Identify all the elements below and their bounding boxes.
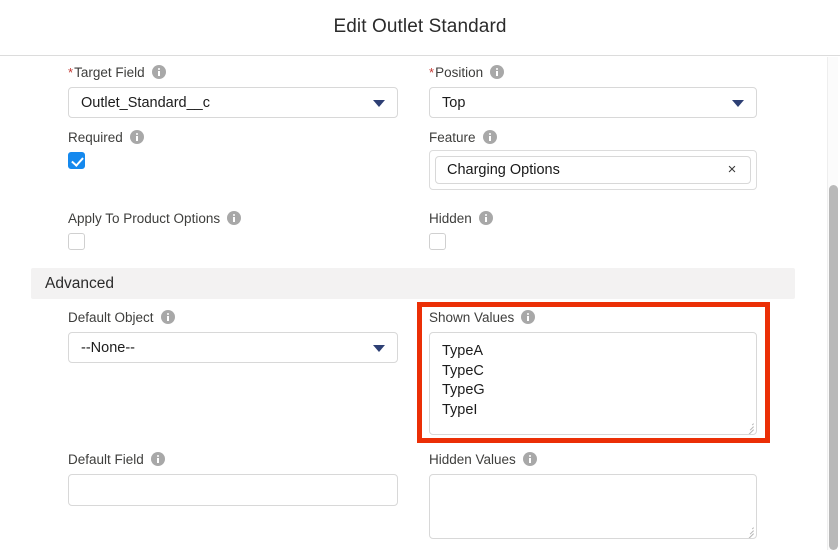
feature-lookup-pill[interactable]: Charging Options × [435, 156, 751, 184]
target-field-info-icon[interactable] [151, 65, 166, 79]
chevron-down-icon [732, 99, 744, 107]
feature-label: Feature [429, 130, 497, 146]
apply-to-product-options-label-text: Apply To Product Options [68, 211, 221, 226]
advanced-section-header[interactable]: Advanced [31, 268, 795, 299]
target-field-label-text: Target Field [74, 65, 145, 80]
required-checkbox[interactable] [68, 152, 85, 169]
required-label: Required [68, 130, 144, 146]
default-field-info-icon[interactable] [150, 452, 165, 466]
default-object-info-icon[interactable] [160, 310, 175, 324]
apply-to-product-options-info-icon[interactable] [227, 211, 242, 225]
target-field-label: *Target Field [68, 65, 166, 81]
modal-body: *Target Field Outlet_Standard__c *Positi… [0, 57, 840, 550]
shown-values-info-icon[interactable] [521, 310, 536, 324]
hidden-label: Hidden [429, 211, 493, 227]
position-value: Top [442, 94, 466, 111]
apply-to-product-options-label: Apply To Product Options [68, 211, 242, 227]
default-field-label: Default Field [68, 452, 165, 468]
feature-lookup-container: Charging Options × [429, 150, 757, 190]
page-title: Edit Outlet Standard [333, 16, 507, 37]
shown-values-content: TypeA TypeC TypeG TypeI [442, 343, 485, 418]
close-icon[interactable]: × [724, 162, 740, 178]
position-required-marker: * [429, 65, 435, 80]
hidden-values-info-icon[interactable] [522, 452, 537, 466]
default-object-label: Default Object [68, 310, 175, 326]
feature-label-text: Feature [429, 130, 476, 145]
apply-to-product-options-checkbox[interactable] [68, 233, 85, 250]
default-field-input[interactable] [68, 474, 398, 506]
position-label: *Position [429, 65, 505, 81]
hidden-values-label-text: Hidden Values [429, 452, 516, 467]
target-field-value: Outlet_Standard__c [81, 94, 210, 111]
target-field-select[interactable]: Outlet_Standard__c [68, 87, 398, 118]
feature-info-icon[interactable] [482, 130, 497, 144]
chevron-down-icon [373, 99, 385, 107]
default-object-label-text: Default Object [68, 310, 154, 325]
position-label-text: Position [435, 65, 484, 80]
default-object-select[interactable]: --None-- [68, 332, 398, 363]
required-info-icon[interactable] [129, 130, 144, 144]
position-select[interactable]: Top [429, 87, 757, 118]
hidden-info-icon[interactable] [478, 211, 493, 225]
resize-handle-icon[interactable] [743, 525, 754, 538]
edit-outlet-standard-modal: Edit Outlet Standard *Target Field Outle… [0, 0, 840, 550]
resize-handle-icon[interactable] [743, 421, 754, 434]
target-field-required-marker: * [68, 65, 74, 80]
modal-header: Edit Outlet Standard [0, 0, 840, 56]
hidden-label-text: Hidden [429, 211, 472, 226]
default-field-label-text: Default Field [68, 452, 144, 467]
vertical-scrollbar[interactable] [827, 57, 838, 550]
shown-values-label: Shown Values [429, 310, 536, 326]
default-object-value: --None-- [81, 339, 135, 356]
position-info-icon[interactable] [490, 65, 505, 79]
hidden-values-label: Hidden Values [429, 452, 537, 468]
hidden-values-textarea[interactable] [429, 474, 757, 539]
shown-values-textarea[interactable]: TypeA TypeC TypeG TypeI [429, 332, 757, 435]
shown-values-label-text: Shown Values [429, 310, 515, 325]
chevron-down-icon [373, 344, 385, 352]
hidden-checkbox[interactable] [429, 233, 446, 250]
required-label-text: Required [68, 130, 123, 145]
feature-value: Charging Options [447, 162, 560, 178]
scrollbar-thumb[interactable] [829, 185, 838, 550]
advanced-section-title: Advanced [45, 274, 114, 292]
